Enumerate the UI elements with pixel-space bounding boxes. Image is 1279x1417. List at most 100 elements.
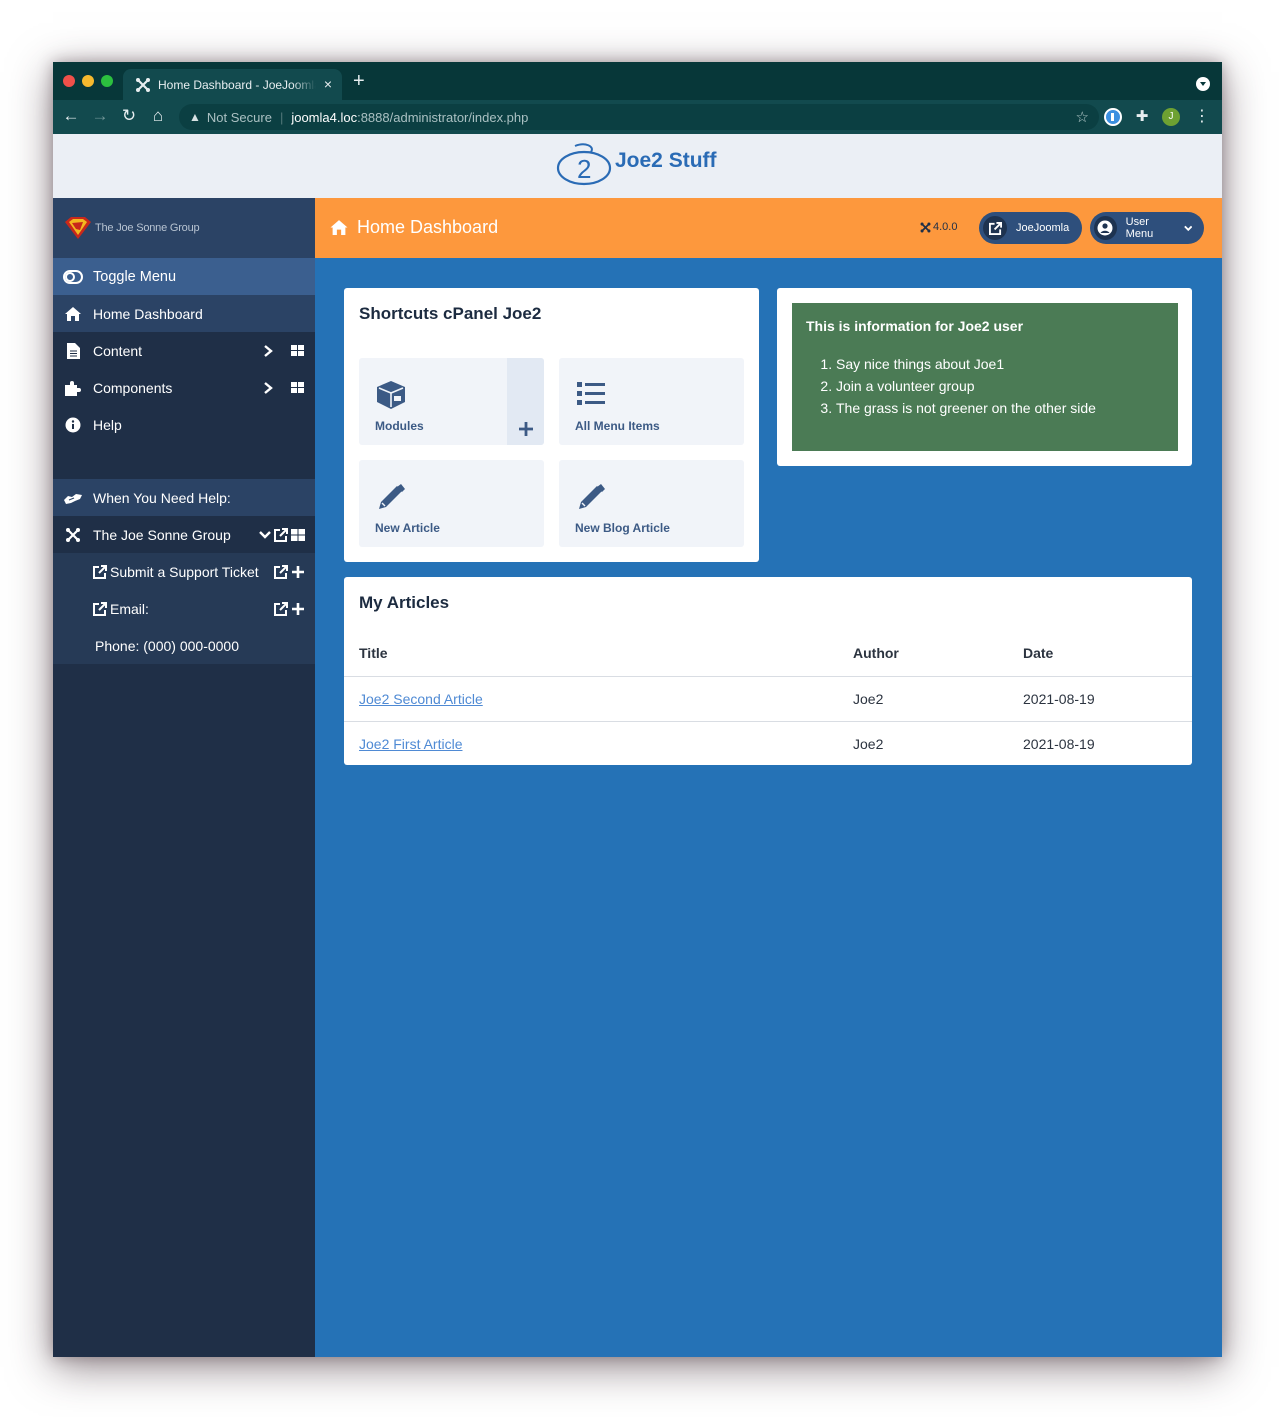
sidebar-item-help[interactable]: Help bbox=[53, 406, 315, 443]
page-title: Home Dashboard bbox=[329, 217, 498, 238]
info-card: This is information for Joe2 user Say ni… bbox=[777, 288, 1192, 466]
tab-close-icon[interactable]: × bbox=[324, 76, 332, 92]
brand-logo-icon: 2 bbox=[556, 143, 612, 186]
add-module-button[interactable] bbox=[507, 358, 544, 445]
shortcut-new-blog-article[interactable]: New Blog Article bbox=[559, 460, 744, 547]
sidebar-item-toggle-menu[interactable]: Toggle Menu bbox=[53, 258, 315, 295]
main-content: Home Dashboard 4.0.0 JoeJoomla User Menu… bbox=[315, 198, 1222, 1357]
site-header: 2 Joe2 Stuff bbox=[53, 134, 1222, 198]
column-header-title[interactable]: Title bbox=[344, 645, 853, 661]
info-list: Say nice things about Joe1 Join a volunt… bbox=[806, 353, 1164, 419]
address-bar[interactable]: ▲ Not Secure | joomla4.loc :8888/adminis… bbox=[179, 104, 1099, 130]
minimize-window-button[interactable] bbox=[82, 75, 94, 87]
forward-icon[interactable]: → bbox=[90, 106, 110, 126]
info-list-item: Join a volunteer group bbox=[836, 375, 1164, 397]
help-heading-label: When You Need Help: bbox=[93, 489, 231, 506]
browser-toolbar: ← → ↻ ⌂ ▲ Not Secure | joomla4.loc :8888… bbox=[53, 100, 1222, 134]
column-header-date[interactable]: Date bbox=[1023, 645, 1192, 661]
chevron-right-icon[interactable] bbox=[263, 344, 273, 358]
new-tab-button[interactable]: + bbox=[353, 71, 365, 91]
list-icon bbox=[577, 382, 605, 405]
page-title-text: Home Dashboard bbox=[357, 217, 499, 237]
browser-window: Home Dashboard - JoeJoomla × + ← → ↻ ⌂ ▲… bbox=[53, 62, 1222, 1357]
password-manager-icon[interactable] bbox=[1104, 108, 1122, 126]
tab-search-icon[interactable] bbox=[1196, 77, 1210, 91]
sidebar-subitem-email[interactable]: Email: bbox=[53, 590, 315, 627]
view-site-button[interactable]: JoeJoomla bbox=[979, 212, 1082, 244]
table-row: Joe2 First Article Joe2 2021-08-19 bbox=[344, 721, 1192, 766]
sidebar-help-heading: When You Need Help: bbox=[53, 479, 315, 516]
article-link[interactable]: Joe2 Second Article bbox=[359, 691, 483, 707]
column-header-author[interactable]: Author bbox=[853, 645, 1023, 661]
plus-icon[interactable] bbox=[291, 602, 305, 616]
chevron-down-icon[interactable] bbox=[259, 530, 271, 540]
my-articles-card: My Articles Title Author Date Joe2 Secon… bbox=[344, 577, 1192, 765]
plus-icon[interactable] bbox=[291, 565, 305, 579]
shortcut-new-article[interactable]: New Article bbox=[359, 460, 544, 547]
info-title: This is information for Joe2 user bbox=[806, 318, 1024, 334]
external-link-icon bbox=[93, 601, 107, 616]
dashboard-grid-icon[interactable] bbox=[279, 381, 305, 395]
site-name: Joe2 Stuff bbox=[615, 149, 717, 172]
external-link-icon[interactable] bbox=[274, 527, 288, 542]
shortcuts-title: Shortcuts cPanel Joe2 bbox=[359, 304, 542, 323]
shortcut-label: Modules bbox=[375, 419, 424, 433]
profile-avatar[interactable]: J bbox=[1162, 108, 1180, 126]
sidebar-item-label: Components bbox=[93, 379, 173, 396]
shortcuts-card: Shortcuts cPanel Joe2 Modules All Menu I… bbox=[344, 288, 759, 562]
table-header-row: Title Author Date bbox=[344, 630, 1192, 676]
puzzle-icon bbox=[65, 380, 81, 396]
sidebar: The Joe Sonne Group Toggle Menu Home Das… bbox=[53, 198, 315, 1357]
external-link-icon[interactable] bbox=[274, 564, 288, 579]
security-label: Not Secure bbox=[206, 109, 272, 125]
browser-tab-active[interactable]: Home Dashboard - JoeJoomla × bbox=[123, 69, 342, 100]
sidebar-subitem-support-ticket[interactable]: Submit a Support Ticket bbox=[53, 553, 315, 590]
extensions-icon[interactable]: ✚ bbox=[1133, 108, 1151, 126]
sidebar-item-home-dashboard[interactable]: Home Dashboard bbox=[53, 295, 315, 332]
tab-strip: Home Dashboard - JoeJoomla × + bbox=[53, 62, 1222, 100]
info-icon bbox=[65, 417, 81, 432]
info-list-item: Say nice things about Joe1 bbox=[836, 353, 1164, 375]
sidebar-subitem-label: Submit a Support Ticket bbox=[110, 563, 259, 580]
browser-menu-icon[interactable]: ⋮ bbox=[1193, 108, 1211, 126]
site-brand[interactable]: 2 Joe2 Stuff bbox=[555, 142, 717, 188]
dashboard-grid-icon[interactable] bbox=[279, 344, 305, 358]
info-list-item: The grass is not greener on the other si… bbox=[836, 397, 1164, 419]
articles-title: My Articles bbox=[359, 593, 450, 612]
sidebar-submenu: Submit a Support Ticket Email: Phone: (0… bbox=[53, 553, 315, 664]
sidebar-logo[interactable]: The Joe Sonne Group bbox=[53, 198, 315, 258]
sidebar-item-components[interactable]: Components bbox=[53, 369, 315, 406]
external-link-icon bbox=[988, 221, 1002, 235]
shortcut-modules[interactable]: Modules bbox=[359, 358, 544, 445]
sidebar-item-joe-sonne-group[interactable]: The Joe Sonne Group bbox=[53, 516, 315, 553]
article-link[interactable]: Joe2 First Article bbox=[359, 736, 462, 752]
file-icon bbox=[66, 342, 80, 359]
back-icon[interactable]: ← bbox=[61, 106, 81, 126]
home-icon bbox=[330, 220, 348, 235]
pencil-icon bbox=[579, 484, 605, 509]
sidebar-item-content[interactable]: Content bbox=[53, 332, 315, 369]
close-window-button[interactable] bbox=[63, 75, 75, 87]
url-path: :8888/administrator/index.php bbox=[357, 109, 529, 125]
articles-table: Title Author Date Joe2 Second Article Jo… bbox=[344, 630, 1192, 766]
user-menu-button[interactable]: User Menu bbox=[1090, 212, 1204, 244]
pencil-icon bbox=[379, 484, 405, 509]
shortcut-all-menu-items[interactable]: All Menu Items bbox=[559, 358, 744, 445]
bookmark-star-icon[interactable]: ☆ bbox=[1076, 108, 1089, 126]
view-site-label: JoeJoomla bbox=[1016, 222, 1070, 234]
home-icon[interactable]: ⌂ bbox=[148, 106, 168, 126]
sidebar-item-label: The Joe Sonne Group bbox=[93, 526, 231, 543]
version-text: 4.0.0 bbox=[933, 221, 958, 233]
chevron-right-icon[interactable] bbox=[263, 381, 273, 395]
superman-shield-icon bbox=[65, 217, 91, 239]
sidebar-subitem-label: Phone: (000) 000-0000 bbox=[95, 637, 239, 654]
joomla-icon bbox=[66, 527, 80, 542]
sidebar-subitem-label: Email: bbox=[110, 600, 149, 617]
external-link-icon[interactable] bbox=[274, 601, 288, 616]
shortcut-label: New Blog Article bbox=[575, 521, 670, 535]
sidebar-item-label: Toggle Menu bbox=[93, 268, 177, 285]
maximize-window-button[interactable] bbox=[101, 75, 113, 87]
reload-icon[interactable]: ↻ bbox=[119, 106, 139, 126]
dashboard-grid-icon[interactable] bbox=[291, 528, 305, 541]
tab-title: Home Dashboard - JoeJoomla bbox=[158, 77, 316, 92]
